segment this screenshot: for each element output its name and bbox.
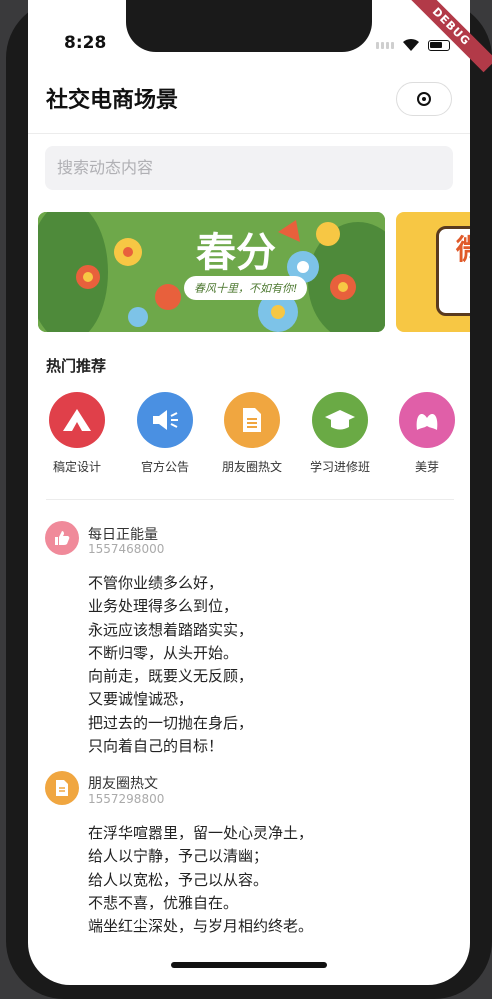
category-official-notice[interactable]: 官方公告 xyxy=(125,392,205,475)
feed-timestamp: 1557468000 xyxy=(88,542,165,556)
feed-line: 永远应该想着踏踏实实， xyxy=(88,620,254,639)
meiya-logo-icon xyxy=(399,392,455,448)
feed-timestamp: 1557298800 xyxy=(88,792,165,806)
document-icon xyxy=(224,392,280,448)
category-label: 学习进修班 xyxy=(309,460,370,474)
category-study-class[interactable]: 学习进修班 xyxy=(300,392,380,475)
feed-line: 向前走，既要义无反顾， xyxy=(88,667,254,686)
signal-icon xyxy=(376,41,394,49)
section-title-recommend: 热门推荐 xyxy=(46,357,107,375)
section-divider xyxy=(46,499,454,500)
scan-button[interactable] xyxy=(396,82,452,116)
graduation-cap-icon xyxy=(312,392,368,448)
category-label: 美芽 xyxy=(414,460,439,474)
category-moments-hot[interactable]: 朋友圈热文 xyxy=(212,392,292,475)
feed-line: 给人以宽松，予己以从容。 xyxy=(88,870,269,889)
feed-line: 业务处理得多么到位， xyxy=(88,597,239,616)
wifi-icon xyxy=(403,38,419,51)
feed-line: 给人以宁静，予己以清幽； xyxy=(88,847,269,866)
banner-spring-equinox[interactable]: 春分 春风十里，不如有你! xyxy=(38,212,385,332)
feed-line: 把过去的一切抛在身后， xyxy=(88,713,254,732)
category-label: 官方公告 xyxy=(140,460,189,474)
feed-line: 不悲不喜，优雅自在。 xyxy=(88,893,239,912)
banner-second-text: 微 xyxy=(456,228,470,268)
feed-line: 又要诚惶诚恐， xyxy=(88,690,194,709)
feed-post-body[interactable]: 在浮华喧嚣里，留一处心灵净土， 给人以宁静，予己以清幽； 给人以宽松，予己以从容… xyxy=(88,822,313,938)
battery-icon xyxy=(428,39,450,51)
search-input[interactable]: 搜索动态内容 xyxy=(45,146,453,190)
category-label: 朋友圈热文 xyxy=(221,460,282,474)
page-title: 社交电商场景 xyxy=(46,88,179,113)
feed-line: 端坐红尘深处，与岁月相约终老。 xyxy=(88,917,314,936)
feed-line: 不断归零，从头开始。 xyxy=(88,643,239,662)
triangle-logo-icon xyxy=(49,392,105,448)
megaphone-icon xyxy=(137,392,193,448)
banner-title: 春分 xyxy=(196,229,276,276)
status-time: 8:28 xyxy=(64,33,107,53)
feed-line: 只向着自己的目标！ xyxy=(88,737,224,756)
thumbs-up-icon[interactable] xyxy=(45,521,79,555)
feed-post-body[interactable]: 不管你业绩多么好， 业务处理得多么到位， 永远应该想着踏踏实实， 不断归零，从头… xyxy=(88,572,253,758)
category-label: 稿定设计 xyxy=(52,460,101,474)
appbar-divider xyxy=(28,133,470,134)
banner-second[interactable]: 微 xyxy=(396,212,470,332)
category-gaoding-design[interactable]: 稿定设计 xyxy=(37,392,117,475)
feed-line: 在浮华喧嚣里，留一处心灵净土， xyxy=(88,824,314,842)
home-indicator[interactable] xyxy=(171,962,327,968)
category-meiya[interactable]: 美芽 xyxy=(387,392,467,475)
status-icons xyxy=(376,38,450,52)
feed-author-name[interactable]: 每日正能量 xyxy=(88,524,158,544)
record-icon xyxy=(417,92,431,106)
notch xyxy=(126,0,372,52)
feed-author-name[interactable]: 朋友圈热文 xyxy=(88,773,158,793)
feed-line: 不管你业绩多么好， xyxy=(88,574,224,592)
banner-subtitle: 春风十里，不如有你! xyxy=(184,276,308,300)
document-icon[interactable] xyxy=(45,771,79,805)
